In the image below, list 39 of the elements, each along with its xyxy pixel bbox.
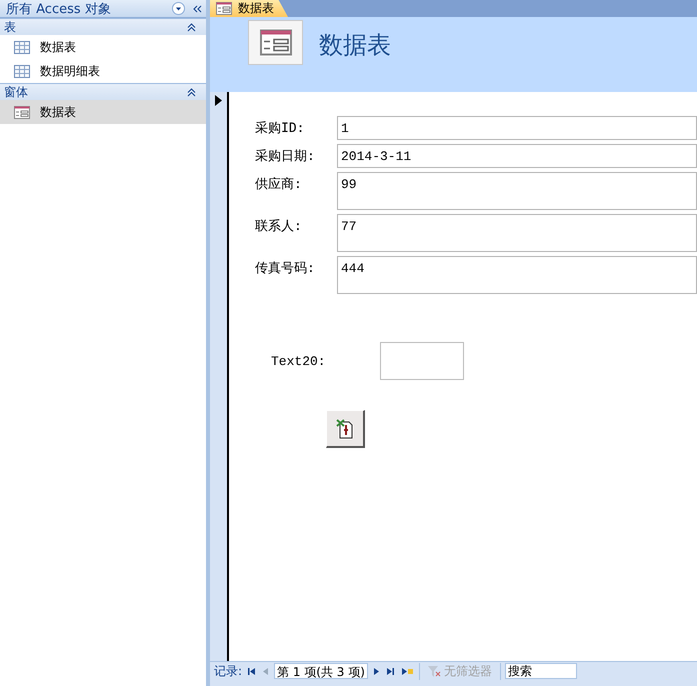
form-icon — [260, 29, 292, 56]
nav-item[interactable]: 数据表 — [0, 100, 206, 124]
form-title: 数据表 — [319, 30, 391, 61]
table-icon — [14, 64, 30, 78]
document-tab[interactable]: 数据表 — [210, 0, 288, 17]
form-icon — [14, 106, 30, 118]
double-chevron-icon — [193, 4, 202, 12]
text-field[interactable]: 2014-3-11 — [337, 144, 697, 168]
first-icon — [248, 668, 256, 674]
record-label: 记录: — [214, 662, 242, 680]
current-record-icon — [215, 95, 222, 106]
last-icon — [386, 668, 394, 674]
collapse-icon — [187, 88, 196, 96]
next-icon — [374, 668, 379, 674]
document-icon — [336, 418, 354, 438]
text-field[interactable] — [380, 342, 464, 380]
group-header[interactable]: 表 — [0, 18, 206, 35]
record-selector[interactable] — [210, 92, 229, 661]
text-field[interactable]: 444 — [337, 256, 697, 294]
command-button[interactable] — [326, 410, 365, 448]
collapse-icon — [187, 22, 196, 32]
form-icon — [216, 2, 232, 15]
text-field[interactable]: 77 — [337, 214, 697, 252]
field-label: 供应商: — [255, 176, 303, 193]
table-icon — [14, 40, 30, 54]
previous-icon — [263, 668, 268, 674]
text-field[interactable]: 1 — [337, 116, 697, 140]
record-position-field[interactable]: 第 1 项(共 3 项) — [274, 663, 368, 679]
filter-icon — [428, 666, 441, 676]
new-record-icon — [402, 668, 413, 674]
group-header[interactable]: 窗体 — [0, 83, 206, 100]
text-field[interactable]: 99 — [337, 172, 697, 210]
field-label: Text20: — [271, 354, 326, 368]
search-field[interactable]: 搜索 — [504, 663, 577, 679]
nav-pane-title: 所有 Access 对象 — [6, 0, 112, 18]
field-label: 联系人: — [255, 218, 303, 235]
field-label: 传真号码: — [255, 260, 316, 277]
field-label: 采购ID: — [255, 120, 306, 137]
field-label: 采购日期: — [255, 148, 316, 165]
